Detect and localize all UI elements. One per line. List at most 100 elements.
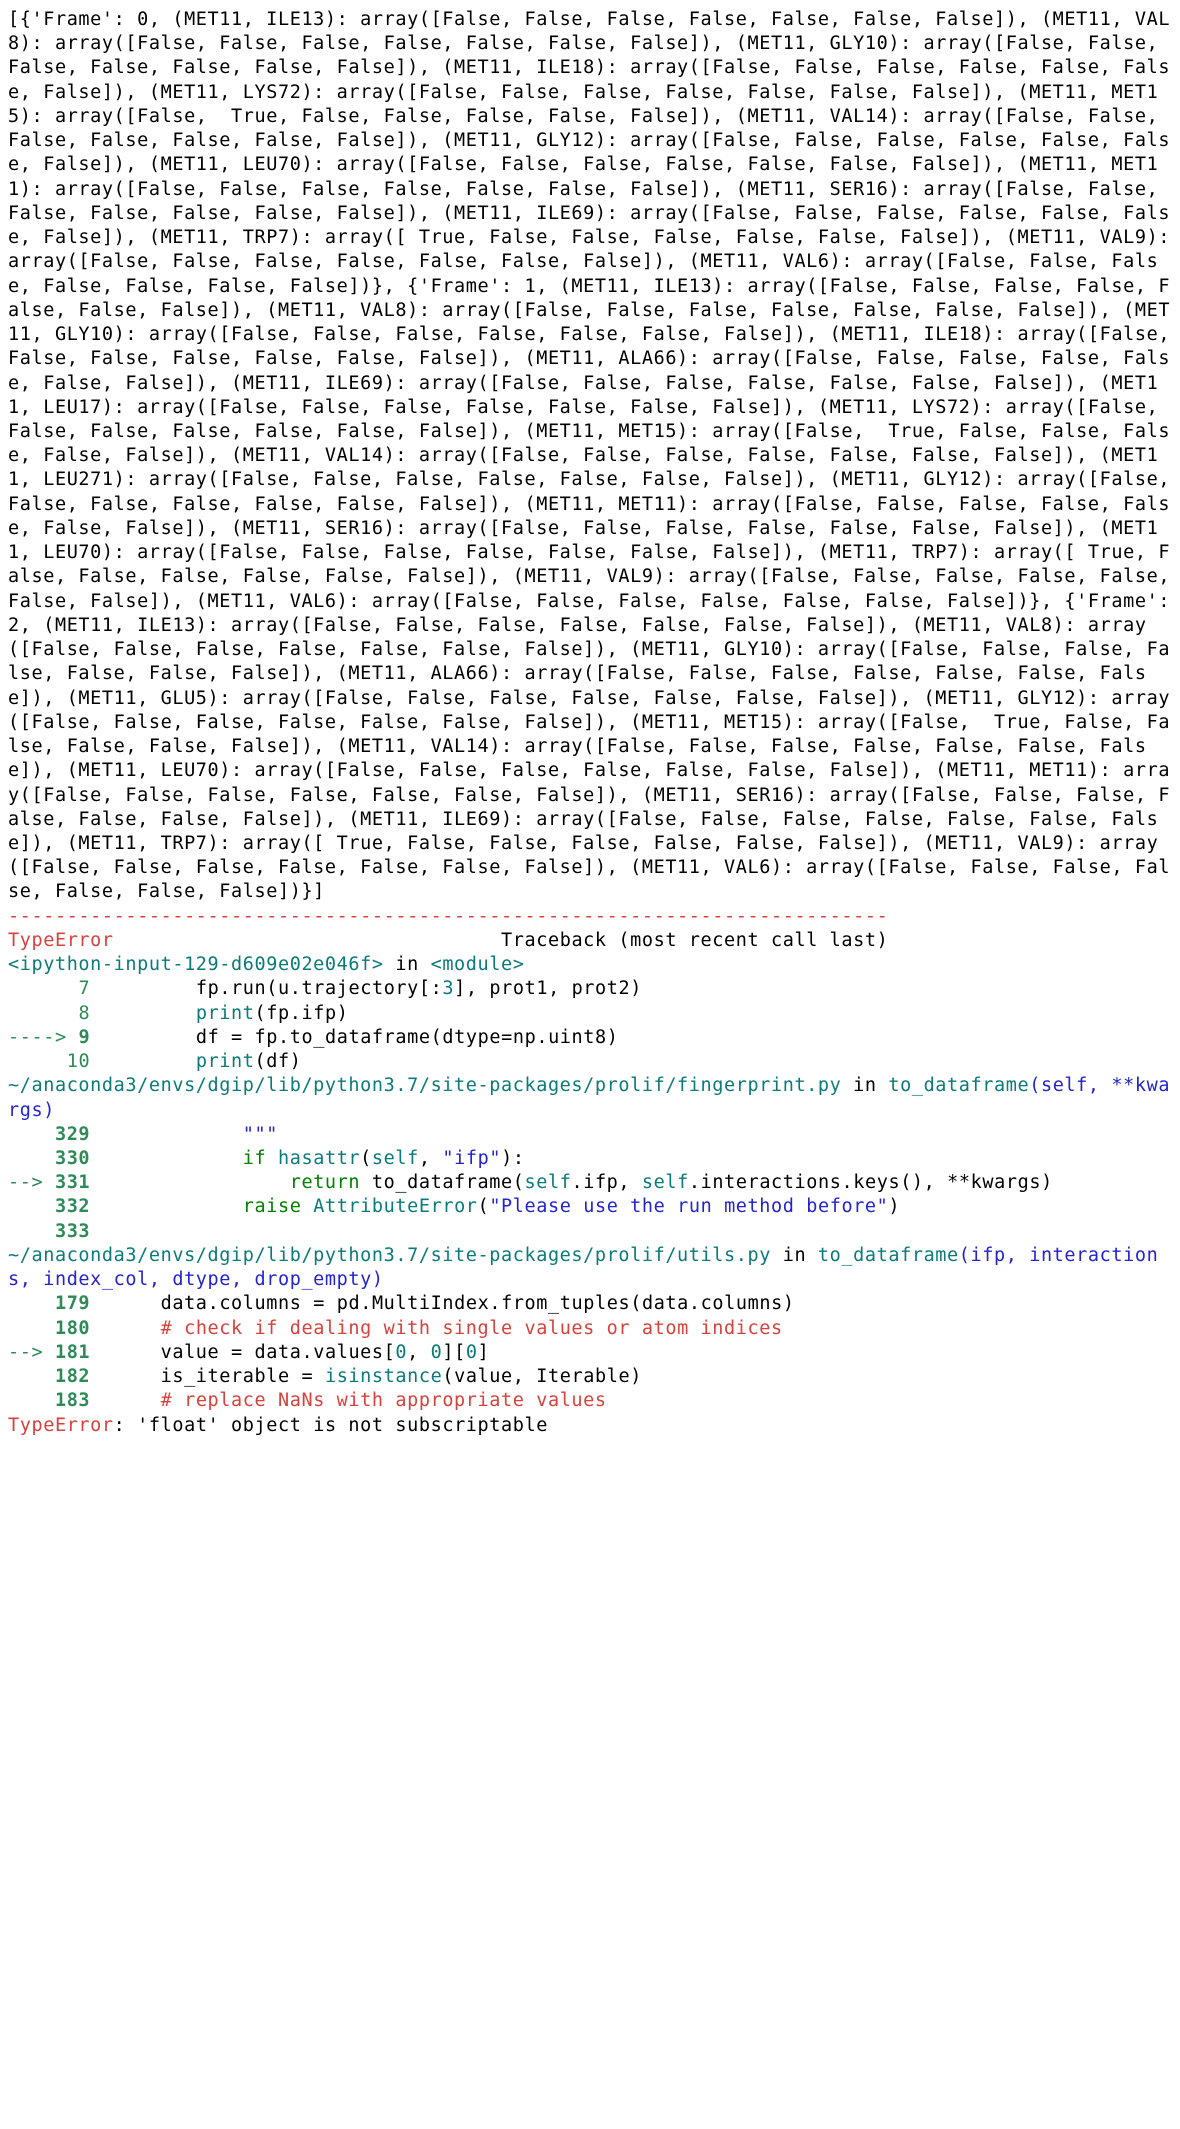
- code-token: raise: [243, 1196, 302, 1217]
- code-token: (: [431, 1027, 443, 1048]
- traceback-code-line: 183 # replace NaNs with appropriate valu…: [8, 1389, 1172, 1413]
- code-token: (: [360, 1148, 372, 1169]
- code-token: .: [689, 1293, 701, 1314]
- line-arrow: ---->: [8, 1027, 78, 1048]
- code-token: data: [243, 1342, 302, 1363]
- traceback-code-line: 180 # check if dealing with single value…: [8, 1317, 1172, 1341]
- code-token: [266, 1148, 278, 1169]
- code-token: print: [196, 1051, 255, 1072]
- code-token: AttributeError: [313, 1196, 477, 1217]
- code-token: MultiIndex: [372, 1293, 489, 1314]
- traceback-header: TypeError Traceback (most recent call la…: [8, 929, 1172, 953]
- error-message: 'float' object is not subscriptable: [137, 1415, 548, 1436]
- code-token: (: [255, 1051, 267, 1072]
- code-token: isinstance: [325, 1366, 442, 1387]
- code-token: value: [454, 1366, 513, 1387]
- traceback-block: ----------------------------------------…: [8, 905, 1172, 1438]
- code-token: df: [102, 1027, 231, 1048]
- code-token: return: [290, 1172, 360, 1193]
- code-token: ][: [442, 1342, 465, 1363]
- code-token: prot2: [560, 978, 630, 999]
- line-arrow: [8, 1390, 55, 1411]
- line-arrow: [8, 978, 78, 999]
- code-token: =: [231, 1342, 243, 1363]
- code-token: (),: [900, 1172, 935, 1193]
- code-token: [102, 1003, 196, 1024]
- code-token: ]: [478, 1342, 490, 1363]
- code-token: ):: [501, 1148, 524, 1169]
- code-token: ifp: [302, 1003, 337, 1024]
- code-token: .: [571, 1172, 583, 1193]
- frame-in: in: [771, 1245, 818, 1266]
- code-token: [102, 1148, 243, 1169]
- code-token: u: [278, 978, 290, 999]
- code-token: ,: [419, 1148, 431, 1169]
- line-number: 10: [67, 1051, 102, 1072]
- code-token: run: [231, 978, 266, 999]
- line-number: 7: [78, 978, 101, 999]
- code-token: .: [489, 1293, 501, 1314]
- code-token: fp: [243, 1027, 278, 1048]
- code-token: np: [513, 1027, 536, 1048]
- code-token: =: [301, 1366, 313, 1387]
- traceback-final: TypeError: 'float' object is not subscri…: [8, 1414, 1172, 1438]
- code-token: 0: [466, 1342, 478, 1363]
- code-token: [102, 1390, 161, 1411]
- frame-func: to_dataframe: [888, 1075, 1029, 1096]
- code-token: .: [841, 1172, 853, 1193]
- line-number: 332: [55, 1196, 102, 1217]
- frame-in: in: [384, 954, 431, 975]
- code-token: kwargs: [971, 1172, 1041, 1193]
- code-token: [: [384, 1342, 396, 1363]
- code-token: .: [208, 1293, 220, 1314]
- code-token: ): [630, 1366, 642, 1387]
- code-token: (: [513, 1172, 525, 1193]
- code-token: ): [888, 1196, 900, 1217]
- code-token: **: [947, 1172, 970, 1193]
- code-token: ): [783, 1293, 795, 1314]
- code-token: ],: [454, 978, 477, 999]
- code-token: [:: [419, 978, 442, 999]
- traceback-header-spacer: [114, 930, 501, 951]
- line-arrow: [8, 1003, 78, 1024]
- frame-func: <module>: [431, 954, 525, 975]
- code-token: 3: [442, 978, 454, 999]
- code-token: pd: [325, 1293, 360, 1314]
- line-arrow: [8, 1124, 55, 1145]
- error-colon: :: [114, 1415, 137, 1436]
- code-token: to_dataframe: [290, 1027, 431, 1048]
- code-token: ,: [513, 1366, 525, 1387]
- traceback-code-line: 182 is_iterable = isinstance(value, Iter…: [8, 1365, 1172, 1389]
- traceback-code-line: 332 raise AttributeError("Please use the…: [8, 1195, 1172, 1219]
- code-token: self: [642, 1172, 689, 1193]
- code-token: .: [301, 1342, 313, 1363]
- line-number: 333: [55, 1221, 102, 1242]
- code-token: =: [313, 1293, 325, 1314]
- code-token: data: [642, 1293, 689, 1314]
- error-type-final: TypeError: [8, 1415, 114, 1436]
- traceback-code-line: 329 """: [8, 1123, 1172, 1147]
- traceback-code-line: ----> 9 df = fp.to_dataframe(dtype=np.ui…: [8, 1026, 1172, 1050]
- code-token: .: [290, 978, 302, 999]
- code-token: "Please use the run method before": [489, 1196, 888, 1217]
- code-token: ,: [618, 1172, 630, 1193]
- code-token: [102, 1124, 243, 1145]
- code-token: [102, 1196, 243, 1217]
- traceback-code-line: 7 fp.run(u.trajectory[:3], prot1, prot2): [8, 977, 1172, 1001]
- code-token: print: [196, 1003, 255, 1024]
- code-token: fp: [266, 1003, 289, 1024]
- line-arrow: [8, 1366, 55, 1387]
- code-token: """: [243, 1124, 278, 1145]
- traceback-frame-location: ~/anaconda3/envs/dgip/lib/python3.7/site…: [8, 1244, 1172, 1292]
- code-token: 0: [395, 1342, 407, 1363]
- code-token: (: [478, 1196, 490, 1217]
- code-token: from_tuples: [501, 1293, 630, 1314]
- line-arrow: [8, 1318, 55, 1339]
- code-token: [102, 1318, 161, 1339]
- code-token: ): [337, 1003, 349, 1024]
- traceback-frame-location: <ipython-input-129-d609e02e046f> in <mod…: [8, 953, 1172, 977]
- code-token: self: [372, 1148, 419, 1169]
- code-token: dtype: [442, 1027, 501, 1048]
- code-token: ): [630, 978, 642, 999]
- line-number: 331: [55, 1172, 102, 1193]
